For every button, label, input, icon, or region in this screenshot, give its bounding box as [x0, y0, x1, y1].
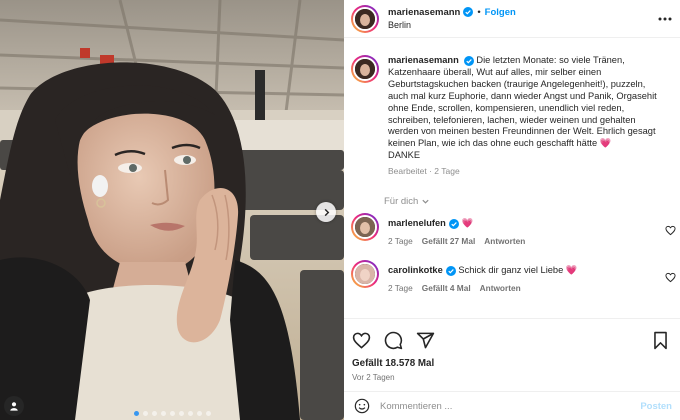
carousel-dot [178, 411, 184, 416]
chevron-right-icon [324, 208, 329, 216]
carousel-dot [196, 411, 202, 416]
caption-heart-emoji: 💗 [599, 138, 612, 149]
airport-selfie-image [0, 0, 344, 420]
reply-button[interactable]: Antworten [480, 282, 521, 294]
heart-icon[interactable] [352, 331, 371, 350]
post-caption: marienasemann Die letzten Monate: so vie… [344, 39, 680, 178]
author-username[interactable]: marienasemann [388, 6, 460, 19]
comment-likes[interactable]: Gefällt 4 Mal [422, 282, 471, 294]
carousel-dot [133, 411, 139, 416]
caption-last-line: DANKE [388, 150, 421, 161]
next-slide-button[interactable] [316, 202, 336, 222]
verified-icon [463, 55, 474, 66]
comment-text: Schick dir ganz viel Liebe [458, 265, 564, 276]
commenter-username[interactable]: carolinkotke [388, 265, 443, 275]
user-tag-button[interactable] [4, 396, 24, 416]
chevron-down-icon [422, 199, 429, 204]
post-location[interactable]: Berlin [388, 19, 516, 32]
post-actions: Gefällt 18.578 Mal Vor 2 Tagen Posten [344, 318, 680, 420]
verified-icon [448, 218, 459, 229]
follow-button[interactable]: Folgen [485, 6, 516, 19]
caption-meta: Bearbeitet · 2 Tage [388, 166, 460, 177]
comment-heart-emoji: 💗 [461, 218, 474, 229]
small-heart-icon[interactable] [665, 272, 676, 283]
comment-heart-emoji: 💗 [565, 265, 578, 276]
more-options-button[interactable] [658, 12, 672, 26]
reply-button[interactable]: Antworten [484, 235, 525, 247]
comment-age[interactable]: 2 Tage [388, 235, 413, 247]
commenter-username[interactable]: marlenelufen [388, 218, 446, 228]
small-heart-icon[interactable] [665, 225, 676, 236]
verified-icon [463, 7, 474, 17]
author-avatar[interactable] [351, 4, 379, 33]
carousel-dot [169, 411, 175, 416]
carousel-dot [205, 411, 211, 416]
post-details-panel: marienasemann • Folgen Berlin marienasem… [344, 0, 680, 420]
carousel-dot [142, 411, 148, 416]
comment-icon[interactable] [384, 331, 403, 350]
likes-count[interactable]: Gefällt 18.578 Mal [344, 353, 680, 369]
add-comment-bar: Posten [344, 391, 680, 420]
verified-icon [445, 265, 456, 276]
comment-age[interactable]: 2 Tage [388, 282, 413, 294]
comments-section[interactable]: marienasemann Die letzten Monate: so vie… [344, 39, 680, 318]
caption-username[interactable]: marienasemann [388, 55, 459, 65]
emoji-icon[interactable] [354, 398, 370, 414]
share-icon[interactable] [416, 331, 435, 350]
for-you-label: Für dich [384, 196, 419, 208]
carousel-indicator [0, 411, 344, 416]
comment-input[interactable] [380, 400, 641, 412]
carousel-dot [187, 411, 193, 416]
bookmark-icon[interactable] [651, 331, 670, 350]
comment-likes[interactable]: Gefällt 27 Mal [422, 235, 476, 247]
carousel-dot [160, 411, 166, 416]
caption-author-avatar[interactable] [351, 55, 379, 83]
commenter-avatar[interactable] [351, 260, 379, 289]
post-comment-button[interactable]: Posten [640, 401, 672, 412]
carousel-dot [151, 411, 157, 416]
for-you-dropdown[interactable]: Für dich [384, 196, 680, 207]
comment-item: carolinkotke Schick dir ganz viel Liebe … [344, 260, 680, 294]
user-tag-icon [10, 402, 18, 411]
post-header: marienasemann • Folgen Berlin [344, 0, 680, 38]
post-date[interactable]: Vor 2 Tagen [344, 369, 680, 382]
commenter-avatar[interactable] [351, 213, 379, 242]
caption-text: Die letzten Monate: so viele Tränen, Kat… [388, 55, 657, 149]
separator-dot: • [477, 6, 481, 18]
comment-item: marlenelufen 💗 2 Tage Gefällt 27 Mal Ant… [344, 213, 680, 247]
post-photo[interactable] [0, 0, 344, 420]
more-options-icon [658, 17, 672, 21]
